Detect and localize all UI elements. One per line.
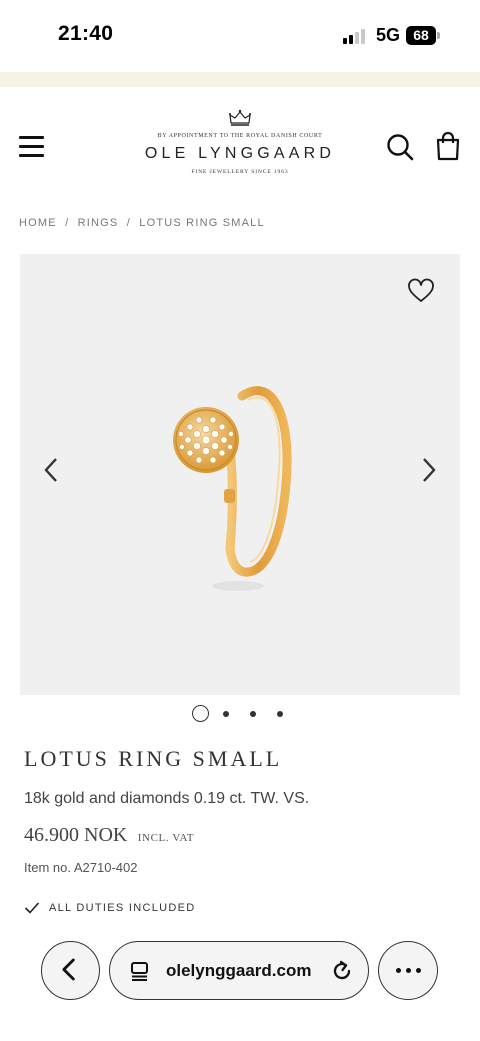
network-type: 5G — [376, 25, 401, 45]
heart-icon[interactable] — [407, 278, 435, 304]
breadcrumb-rings[interactable]: RINGS — [78, 217, 119, 229]
product-title: LOTUS RING SMALL — [24, 746, 283, 771]
logo-brand-name: OLE LYNGGAARD — [144, 145, 336, 162]
logo-tagline: FINE JEWELLERY SINCE 1963 — [191, 169, 289, 175]
browser-toolbar: olelynggaard.com — [0, 925, 480, 1041]
logo-appointment-line: BY APPOINTMENT TO THE ROYAL DANISH COURT — [157, 133, 323, 139]
battery-icon: 68 — [406, 26, 436, 45]
breadcrumb-separator: / — [126, 217, 131, 229]
promo-strip — [0, 72, 480, 87]
more-button[interactable] — [378, 941, 438, 1000]
ellipsis-icon — [396, 968, 422, 974]
url-text[interactable]: olelynggaard.com — [166, 961, 311, 981]
breadcrumb-current: LOTUS RING SMALL — [139, 217, 265, 229]
product-image — [173, 386, 292, 591]
duties-label: ALL DUTIES INCLUDED — [49, 902, 196, 914]
address-bar[interactable]: olelynggaard.com — [109, 941, 369, 1000]
battery-tip — [437, 32, 440, 39]
brand-logo[interactable]: BY APPOINTMENT TO THE ROYAL DANISH COURT… — [140, 109, 340, 189]
pagination-dot-active[interactable] — [192, 705, 209, 722]
pagination-dot[interactable] — [223, 711, 229, 717]
product-image-gallery[interactable] — [20, 254, 460, 695]
tabs-icon[interactable] — [129, 960, 151, 982]
vat-label: INCL. VAT — [137, 832, 195, 844]
product-price: 46.900 NOK — [24, 824, 128, 846]
menu-icon[interactable] — [19, 136, 45, 158]
site-header: BY APPOINTMENT TO THE ROYAL DANISH COURT… — [0, 87, 480, 207]
breadcrumb: HOME / RINGS / LOTUS RING SMALL — [19, 217, 269, 229]
breadcrumb-home[interactable]: HOME — [19, 217, 57, 229]
product-description: 18k gold and diamonds 0.19 ct. TW. VS. — [24, 790, 310, 807]
chevron-right-icon[interactable] — [418, 455, 440, 485]
back-button[interactable] — [41, 941, 100, 1000]
breadcrumb-separator: / — [65, 217, 70, 229]
status-time: 21:40 — [58, 22, 114, 45]
pagination-dot[interactable] — [250, 711, 256, 717]
pagination-dot[interactable] — [277, 711, 283, 717]
chevron-left-icon — [62, 958, 75, 981]
reload-icon[interactable] — [330, 959, 354, 983]
price-row: 46.900 NOK INCL. VAT — [24, 824, 194, 847]
battery-level: 68 — [413, 27, 429, 43]
signal-icon — [343, 28, 369, 44]
status-bar: 21:40 5G 68 — [0, 0, 480, 72]
crown-icon — [229, 109, 251, 126]
check-icon — [24, 902, 40, 914]
item-number: Item no. A2710-402 — [24, 860, 138, 875]
gallery-pagination — [190, 704, 290, 722]
search-icon[interactable] — [386, 133, 414, 161]
chevron-left-icon[interactable] — [40, 455, 62, 485]
bag-icon[interactable] — [435, 131, 461, 161]
